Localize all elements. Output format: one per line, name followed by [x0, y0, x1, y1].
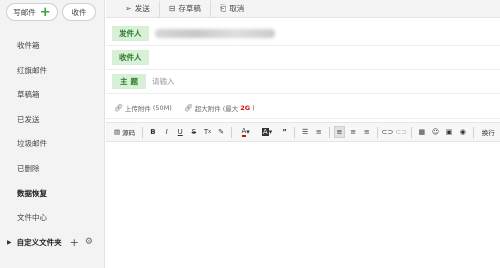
table-icon[interactable]: ▦ — [416, 126, 428, 138]
sidebar-item-deleted[interactable]: 已删除 — [0, 157, 105, 182]
receive-mail-button[interactable]: 收件 — [62, 3, 96, 21]
source-code-button[interactable]: ▤ 源码 — [111, 126, 138, 138]
sidebar-item-data-recovery[interactable]: 数据恢复 — [0, 182, 105, 207]
recipient-label: 收件人 — [112, 50, 149, 65]
text-size-icon[interactable]: Tx — [202, 126, 214, 138]
divider — [294, 126, 296, 138]
image-icon[interactable]: ▣ — [443, 126, 455, 138]
emoji-icon[interactable]: ☺ — [430, 126, 442, 138]
upload-attachment-label: 上传附件 — [124, 104, 151, 113]
receive-mail-label: 收件 — [71, 7, 87, 17]
paperclip-icon: 🔗︎ — [114, 103, 123, 112]
sidebar: 写邮件 + 收件 收件箱 红旗邮件 草稿箱 已发送 垃圾邮件 已删除 数据恢复 … — [0, 0, 105, 268]
sidebar-item-drafts[interactable]: 草稿箱 — [0, 83, 105, 108]
numbered-list-icon[interactable]: ≡ — [313, 126, 325, 138]
sender-row: 发件人 — [106, 22, 500, 46]
divider — [411, 126, 413, 138]
sender-label: 发件人 — [112, 26, 149, 41]
divider — [230, 126, 232, 138]
write-mail-button[interactable]: 写邮件 + — [6, 3, 58, 21]
exit-icon: ⎗ — [219, 3, 227, 13]
divider — [142, 126, 144, 138]
upload-attachment-link[interactable]: 🔗︎ 上传附件 (50M) — [114, 103, 172, 113]
plus-icon: + — [39, 4, 51, 20]
divider — [328, 126, 330, 138]
link-icon[interactable]: ⊂⊃ — [382, 126, 394, 138]
align-center-icon[interactable]: ≡ — [347, 126, 359, 138]
bullet-list-icon[interactable]: ☰ — [299, 126, 311, 138]
paperclip-icon: 🔗︎ — [183, 103, 193, 112]
quote-icon[interactable]: ” — [279, 126, 291, 138]
sender-address-redacted[interactable] — [154, 29, 275, 38]
italic-icon[interactable]: I — [161, 126, 173, 138]
align-left-icon[interactable]: ≡ — [333, 126, 346, 138]
sidebar-top-buttons: 写邮件 + 收件 — [6, 3, 96, 21]
attachment-row: 🔗︎ 上传附件 (50M) 🔗︎ 超大附件 (最大 2G) — [106, 97, 500, 119]
unlink-icon[interactable]: ⊂⊃ — [395, 126, 407, 138]
paper-plane-icon: ➢ — [125, 4, 132, 13]
send-label: 发送 — [134, 4, 150, 13]
align-right-icon[interactable]: ≡ — [361, 126, 373, 138]
large-limit-suffix: ) — [252, 103, 255, 112]
format-painter-icon[interactable]: ✎ — [215, 126, 227, 138]
save-draft-label: 存草稿 — [178, 4, 201, 13]
source-code-label: 源码 — [122, 129, 136, 137]
expand-triangle-icon[interactable]: ▶ — [7, 239, 12, 246]
tray-icon: ⊟ — [168, 4, 176, 13]
subject-label: 主题 — [112, 74, 146, 89]
divider — [472, 126, 474, 138]
underline-icon[interactable]: U — [174, 126, 186, 138]
send-button[interactable]: ➢ 发送 — [116, 0, 160, 17]
bold-icon[interactable]: B — [147, 126, 159, 138]
save-draft-button[interactable]: ⊟ 存草稿 — [160, 0, 211, 17]
upload-limit: (50M) — [152, 103, 172, 112]
write-mail-label: 写邮件 — [13, 7, 36, 17]
add-folder-icon[interactable]: + — [70, 236, 79, 249]
divider — [376, 126, 378, 138]
newline-button[interactable]: 换行 — [478, 126, 499, 138]
strikethrough-icon[interactable]: S — [188, 126, 200, 138]
subject-row: 主题 — [106, 70, 500, 94]
cancel-button[interactable]: ⎗ 取消 — [211, 1, 253, 17]
sidebar-item-sent[interactable]: 已发送 — [0, 108, 105, 133]
source-code-icon: ▤ — [114, 128, 121, 136]
large-attachment-label: 超大附件 — [194, 104, 221, 113]
custom-folders-label: 自定义文件夹 — [16, 237, 62, 247]
cancel-label: 取消 — [229, 4, 245, 13]
custom-folders-row[interactable]: ▶ 自定义文件夹 + ⚙ — [0, 232, 105, 252]
sidebar-item-inbox[interactable]: 收件箱 — [0, 34, 105, 59]
sidebar-item-spam[interactable]: 垃圾邮件 — [0, 132, 105, 157]
large-limit-value: 2G — [240, 103, 251, 112]
compass-icon[interactable]: ◉ — [457, 126, 469, 138]
highlight-color-icon[interactable]: A ▾ — [257, 126, 276, 138]
recipient-row[interactable]: 收件人 — [106, 46, 500, 70]
editor-toolbar: ▤ 源码 B I U S Tx ✎ A ▾ A ▾ ” ☰ ≡ ≡ ≡ ≡ ⊂⊃ ⊂… — [106, 122, 500, 142]
sidebar-item-flagged[interactable]: 红旗邮件 — [0, 59, 105, 84]
gear-icon[interactable]: ⚙ — [85, 237, 93, 247]
sidebar-item-file-center[interactable]: 文件中心 — [0, 206, 105, 231]
large-attachment-link[interactable]: 🔗︎ 超大附件 (最大 2G) — [184, 103, 255, 113]
folder-nav: 收件箱 红旗邮件 草稿箱 已发送 垃圾邮件 已删除 数据恢复 文件中心 — [0, 34, 105, 231]
message-body-editor[interactable] — [106, 143, 500, 268]
font-color-icon[interactable]: A ▾ — [236, 126, 255, 138]
compose-pane: ➢ 发送 ⊟ 存草稿 ⎗ 取消 发件人 收件人 主题 🔗︎ 上传附件 (50M)… — [106, 0, 500, 268]
subject-input[interactable] — [152, 77, 452, 86]
compose-toolbar: ➢ 发送 ⊟ 存草稿 ⎗ 取消 — [106, 0, 500, 18]
large-limit-prefix: (最大 — [222, 104, 239, 113]
